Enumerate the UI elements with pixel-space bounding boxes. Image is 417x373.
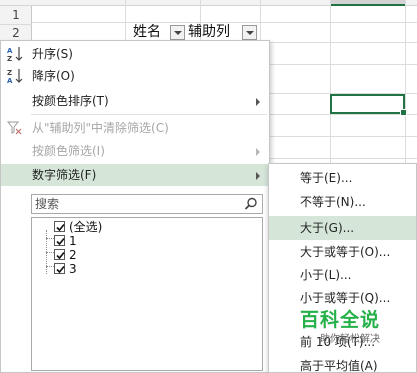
filter-dropdown-button[interactable] [170, 25, 185, 40]
submenu-item-less-than[interactable]: 小于(L)... [269, 263, 416, 287]
sort-ascending-icon: A Z [6, 45, 24, 63]
submenu-item-equals[interactable]: 等于(E)... [269, 166, 416, 190]
submenu-item-greater-or-equal[interactable]: 大于或等于(O)... [269, 240, 416, 264]
menu-separator [31, 114, 267, 115]
search-input[interactable]: 搜索 [31, 194, 263, 214]
selected-column-header[interactable] [330, 0, 405, 6]
submenu-arrow-icon [256, 98, 260, 106]
svg-text:A: A [7, 77, 13, 85]
checkbox[interactable] [54, 263, 65, 274]
menu-item-sort-descending[interactable]: Z A 降序(O) [1, 65, 269, 87]
checkbox[interactable] [54, 235, 65, 246]
svg-text:Z: Z [7, 55, 12, 63]
sort-descending-icon: Z A [6, 67, 24, 85]
active-cell-selection[interactable] [330, 94, 407, 116]
row-number[interactable]: 1 [0, 6, 32, 25]
submenu-arrow-icon [256, 148, 260, 156]
menu-item-filter-by-color[interactable]: 按颜色筛选(I) [1, 140, 269, 162]
autofilter-menu: A Z 升序(S) Z A 降序(O) 按颜色排序(T) 从"辅助列"中清除筛选… [0, 40, 270, 373]
tree-connector [46, 252, 54, 253]
submenu-item-not-equals[interactable]: 不等于(N)... [269, 190, 416, 214]
tree-connector [46, 266, 54, 267]
menu-item-sort-by-color[interactable]: 按颜色排序(T) [1, 90, 269, 112]
menu-item-clear-filter[interactable]: 从"辅助列"中清除筛选(C) [1, 117, 269, 139]
checkbox[interactable] [54, 249, 65, 260]
filter-dropdown-button[interactable] [242, 25, 257, 40]
watermark-logo: 百科全说 助你轻松解决 [300, 309, 381, 345]
tree-connector [46, 238, 54, 239]
menu-item-number-filters[interactable]: 数字筛选(F) [1, 164, 269, 186]
submenu-item-greater-than[interactable]: 大于(G)... [269, 216, 416, 240]
submenu-arrow-icon [256, 172, 260, 180]
checkbox[interactable] [54, 221, 65, 232]
svg-text:A: A [7, 47, 13, 55]
filter-values-list[interactable]: (全选) 1 2 3 [31, 217, 263, 371]
search-icon [244, 197, 258, 211]
menu-item-sort-ascending[interactable]: A Z 升序(S) [1, 43, 269, 65]
submenu-item-above-average[interactable]: 高于平均值(A) [269, 354, 416, 373]
clear-filter-icon [6, 119, 24, 137]
svg-text:Z: Z [7, 69, 12, 77]
